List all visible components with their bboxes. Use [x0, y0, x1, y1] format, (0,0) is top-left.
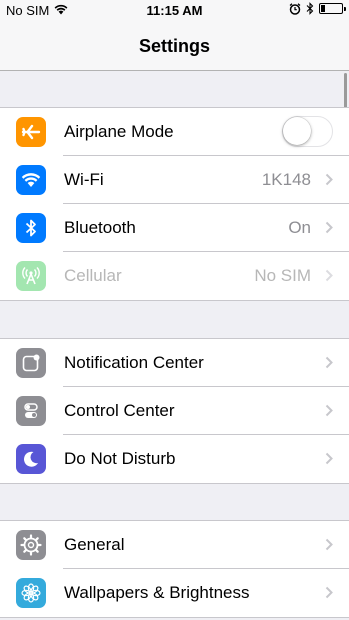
gear-icon: [16, 530, 46, 560]
settings-group-general: General Wallpapers & Brightness: [0, 520, 349, 618]
settings-row-control-center[interactable]: Control Center: [0, 387, 349, 435]
chevron-right-icon: [325, 404, 333, 422]
bluetooth-icon: [16, 213, 46, 243]
chevron-right-icon: [325, 586, 333, 604]
settings-row-notification-center[interactable]: Notification Center: [0, 339, 349, 387]
settings-row-wallpapers-brightness[interactable]: Wallpapers & Brightness: [0, 569, 349, 617]
status-bar: No SIM 11:15 AM: [0, 0, 349, 22]
settings-row-label: Bluetooth: [64, 218, 136, 237]
chevron-right-icon: [325, 221, 333, 239]
chevron-right-icon: [325, 452, 333, 470]
settings-group-connectivity: Airplane Mode Wi-Fi 1K148 Bluetooth On C…: [0, 107, 349, 301]
settings-row-label: Do Not Disturb: [64, 449, 176, 468]
settings-row-label: Wi-Fi: [64, 170, 104, 189]
wifi-network-value: 1K148: [261, 170, 311, 189]
chevron-right-icon: [325, 269, 333, 287]
settings-row-label: General: [64, 535, 125, 554]
settings-row-airplane-mode[interactable]: Airplane Mode: [0, 108, 349, 156]
settings-row-label: Notification Center: [64, 353, 204, 372]
navigation-bar: Settings: [0, 22, 349, 71]
page-title: Settings: [138, 36, 210, 56]
settings-row-label: Wallpapers & Brightness: [64, 583, 250, 602]
settings-row-label: Cellular: [64, 266, 122, 285]
settings-row-bluetooth[interactable]: Bluetooth On: [0, 204, 349, 252]
notification-center-icon: [16, 348, 46, 378]
bluetooth-status-value: On: [288, 218, 311, 237]
settings-row-wifi[interactable]: Wi-Fi 1K148: [0, 156, 349, 204]
battery-icon: [319, 3, 346, 14]
cellular-icon: [16, 261, 46, 291]
settings-row-label: Airplane Mode: [64, 122, 174, 141]
moon-icon: [16, 444, 46, 474]
settings-row-general[interactable]: General: [0, 521, 349, 569]
bluetooth-icon: [306, 2, 314, 15]
wifi-icon: [16, 165, 46, 195]
chevron-right-icon: [325, 356, 333, 374]
chevron-right-icon: [325, 173, 333, 191]
settings-row-do-not-disturb[interactable]: Do Not Disturb: [0, 435, 349, 483]
airplane-mode-toggle[interactable]: [282, 116, 333, 147]
settings-row-cellular: Cellular No SIM: [0, 252, 349, 300]
flower-icon: [16, 578, 46, 608]
alarm-icon: [289, 2, 301, 15]
control-center-icon: [16, 396, 46, 426]
chevron-right-icon: [325, 538, 333, 556]
settings-row-label: Control Center: [64, 401, 175, 420]
airplane-icon: [16, 117, 46, 147]
settings-group-notifications: Notification Center Control Center Do No…: [0, 338, 349, 484]
cellular-status-value: No SIM: [254, 266, 311, 285]
